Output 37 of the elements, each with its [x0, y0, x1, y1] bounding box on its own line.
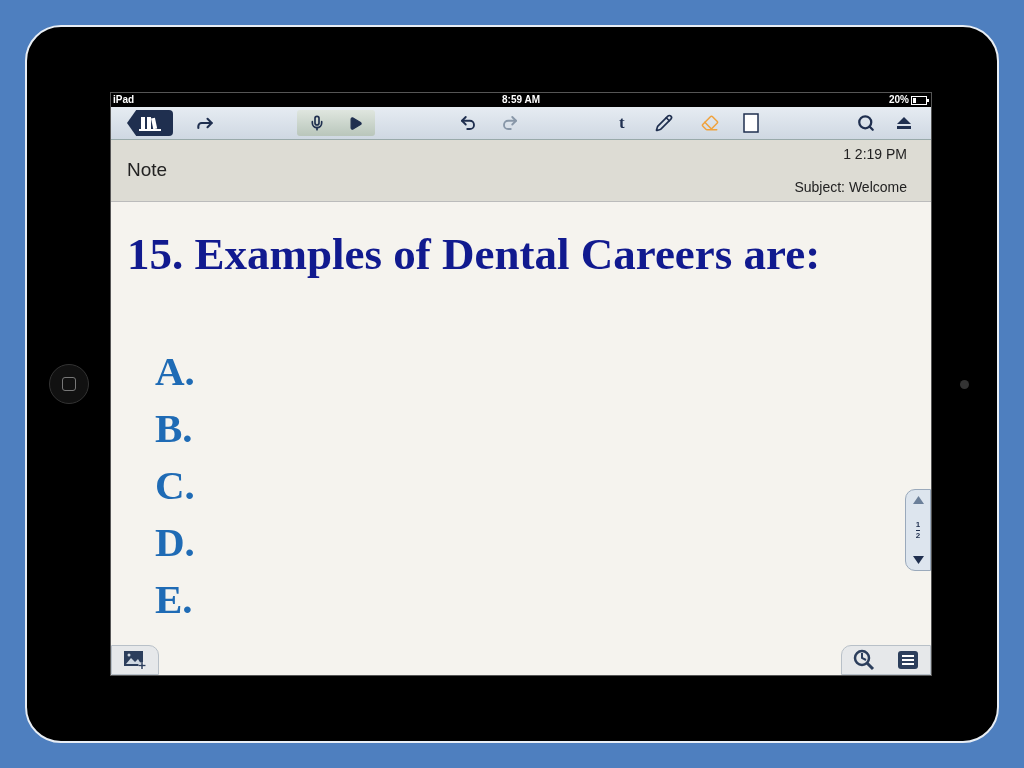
eraser-icon: [700, 114, 719, 132]
page-icon: [742, 113, 759, 133]
redo-icon: [501, 114, 519, 132]
undo-icon: [459, 114, 477, 132]
list-letter: C.: [155, 461, 195, 510]
play-icon: [348, 115, 364, 131]
menu-button[interactable]: [897, 650, 919, 670]
note-time: 1 2:19 PM: [843, 144, 907, 164]
books-icon: [139, 115, 161, 131]
list-letter: B.: [155, 404, 193, 453]
up-triangle-icon: [912, 496, 924, 504]
eject-icon: [897, 117, 911, 129]
list-letter: A.: [155, 347, 195, 396]
menu-icon: [897, 650, 919, 670]
search-icon: [857, 114, 875, 132]
library-button[interactable]: [127, 110, 173, 136]
pen-icon: [654, 114, 673, 132]
image-plus-icon: [123, 650, 147, 670]
magnifier-clock-icon: [853, 649, 875, 671]
note-subject: Subject: Welcome: [794, 177, 907, 197]
clock-time: 8:59 AM: [502, 95, 540, 105]
insert-image-button[interactable]: [111, 645, 159, 675]
current-page: 1: [915, 519, 921, 531]
note-title: Note: [127, 158, 168, 183]
total-pages: 2: [915, 530, 921, 541]
previous-page-button[interactable]: [912, 496, 924, 504]
list-letter: D.: [155, 518, 195, 567]
slide-heading: 15. Examples of Dental Careers are:: [127, 232, 822, 277]
home-button[interactable]: [48, 364, 89, 404]
down-triangle-icon: [912, 556, 924, 564]
battery-percent: 20%: [888, 95, 909, 105]
battery-icon: [911, 95, 929, 105]
next-page-button[interactable]: [912, 556, 924, 564]
list-letter: E.: [155, 575, 193, 624]
search-history-button[interactable]: [853, 649, 875, 671]
device-name: iPad: [113, 95, 136, 105]
text-tool-button[interactable]: t: [615, 110, 629, 136]
